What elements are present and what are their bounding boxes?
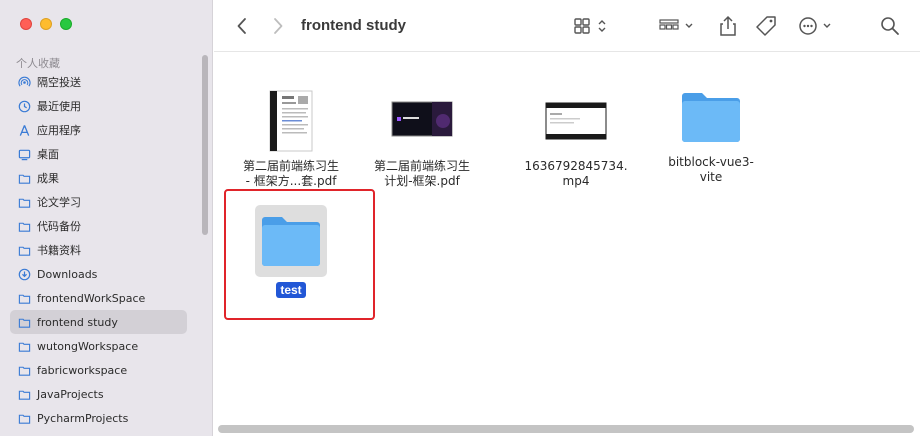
sidebar-item-downloads[interactable]: Downloads	[10, 262, 187, 286]
sidebar-item-applications[interactable]: 应用程序	[10, 118, 187, 142]
sidebar-item-label: 代码备份	[37, 220, 81, 233]
sidebar: 个人收藏 隔空投送 最近使用 应用程序 桌面 成果 论文学习 代码备份 书籍资料…	[0, 0, 213, 436]
file-name: 1636792845734. mp4	[511, 159, 641, 189]
sidebar-item-label: 书籍资料	[37, 244, 81, 257]
file-name-line: vite	[699, 170, 723, 184]
folder-icon	[18, 198, 31, 208]
sidebar-item-frontend-study[interactable]: frontend study	[10, 310, 187, 334]
chevron-right-icon	[274, 18, 283, 34]
icon-grid-view-icon	[574, 18, 606, 34]
sidebar-item-wutongworkspace[interactable]: wutongWorkspace	[10, 334, 187, 358]
file-name-line: 第二届前端练习生	[373, 159, 470, 173]
sidebar-section-title: 个人收藏	[16, 57, 60, 70]
folder-icon	[18, 294, 31, 304]
highlight-box	[224, 189, 375, 320]
sidebar-item-recents[interactable]: 最近使用	[10, 94, 187, 118]
desktop-icon	[18, 149, 31, 160]
airdrop-icon	[18, 76, 31, 87]
sidebar-item-label: 桌面	[37, 148, 59, 161]
applications-icon	[19, 124, 30, 136]
tag-icon	[756, 16, 776, 36]
sidebar-list: 隔空投送 最近使用 应用程序 桌面 成果 论文学习 代码备份 书籍资料 Down…	[10, 70, 187, 430]
tags-button[interactable]	[754, 14, 778, 38]
folder-icon	[18, 318, 31, 328]
file-name-line: 计划-框架.pdf	[384, 174, 460, 188]
chevron-left-icon	[237, 18, 246, 34]
file-item-pdf-1[interactable]: 第二届前端练习生 - 框架方...套.pdf	[226, 89, 356, 189]
search-button[interactable]	[878, 14, 902, 38]
sidebar-item-desktop[interactable]: 桌面	[10, 142, 187, 166]
forward-button[interactable]	[268, 14, 288, 38]
sidebar-item-shuji[interactable]: 书籍资料	[10, 238, 187, 262]
sidebar-item-daima[interactable]: 代码备份	[10, 214, 187, 238]
maximize-window-button[interactable]	[60, 18, 72, 30]
file-name: bitblock-vue3- vite	[646, 155, 776, 185]
sidebar-item-label: PycharmProjects	[37, 411, 129, 425]
download-icon	[18, 268, 31, 280]
finder-window: 个人收藏 隔空投送 最近使用 应用程序 桌面 成果 论文学习 代码备份 书籍资料…	[0, 0, 920, 436]
video-thumbnail-icon	[544, 89, 608, 153]
sidebar-item-fabricworkspace[interactable]: fabricworkspace	[10, 358, 187, 382]
sidebar-item-label: 应用程序	[37, 124, 81, 137]
sidebar-item-chengguo[interactable]: 成果	[10, 166, 187, 190]
clock-icon	[18, 100, 31, 112]
sidebar-item-label: 成果	[37, 172, 59, 185]
share-icon	[720, 15, 736, 36]
search-icon	[881, 17, 899, 35]
window-title: frontend study	[301, 17, 406, 34]
view-mode-button[interactable]	[572, 14, 612, 38]
file-name: 第二届前端练习生 计划-框架.pdf	[357, 159, 487, 189]
sidebar-item-label: frontendWorkSpace	[37, 291, 146, 305]
sidebar-item-javaprojects[interactable]: JavaProjects	[10, 382, 187, 406]
close-window-button[interactable]	[20, 18, 32, 30]
sidebar-item-label: Downloads	[37, 267, 98, 281]
folder-icon	[18, 342, 31, 352]
folder-icon	[18, 366, 31, 376]
sidebar-item-label: 论文学习	[37, 196, 81, 209]
pdf-slide-icon	[390, 89, 454, 153]
sidebar-item-label: fabricworkspace	[37, 363, 128, 377]
sidebar-item-pycharmprojects[interactable]: PycharmProjects	[10, 406, 187, 430]
file-name-line: 1636792845734.	[524, 159, 628, 173]
file-name: 第二届前端练习生 - 框架方...套.pdf	[226, 159, 356, 189]
folder-icon	[18, 246, 31, 256]
minimize-window-button[interactable]	[40, 18, 52, 30]
group-by-button[interactable]	[658, 14, 700, 38]
file-name-line: 第二届前端练习生	[242, 159, 339, 173]
share-button[interactable]	[716, 14, 740, 38]
group-icon	[659, 19, 693, 30]
back-button[interactable]	[232, 14, 252, 38]
folder-icon	[18, 414, 31, 424]
file-item-pdf-2[interactable]: 第二届前端练习生 计划-框架.pdf	[357, 89, 487, 189]
sidebar-item-lunwen[interactable]: 论文学习	[10, 190, 187, 214]
folder-icon	[679, 85, 743, 149]
file-item-folder-bitblock[interactable]: bitblock-vue3- vite	[646, 85, 776, 185]
sidebar-item-label: JavaProjects	[37, 387, 104, 401]
file-item-video[interactable]: 1636792845734. mp4	[511, 89, 641, 189]
sidebar-item-label: wutongWorkspace	[37, 339, 139, 353]
pdf-document-icon	[261, 89, 321, 153]
more-actions-button[interactable]	[796, 14, 838, 38]
file-grid: 第二届前端练习生 - 框架方...套.pdf 第二届前端练习生 计划-框架.pd…	[214, 53, 920, 436]
file-name-line: bitblock-vue3-	[668, 155, 754, 169]
folder-icon	[18, 174, 31, 184]
folder-icon	[18, 222, 31, 232]
sidebar-scrollbar[interactable]	[202, 55, 208, 235]
sidebar-item-airdrop[interactable]: 隔空投送	[10, 70, 187, 94]
file-name-line: mp4	[562, 174, 590, 188]
toolbar: frontend study	[214, 0, 920, 52]
sidebar-item-frontendworkspace[interactable]: frontendWorkSpace	[10, 286, 187, 310]
sidebar-item-label: 隔空投送	[37, 76, 81, 89]
ellipsis-circle-icon	[799, 17, 831, 35]
sidebar-item-label: frontend study	[37, 315, 118, 329]
file-name-line: - 框架方...套.pdf	[245, 174, 337, 188]
sidebar-item-label: 最近使用	[37, 100, 81, 113]
horizontal-scrollbar[interactable]	[218, 425, 914, 433]
folder-icon	[18, 390, 31, 400]
